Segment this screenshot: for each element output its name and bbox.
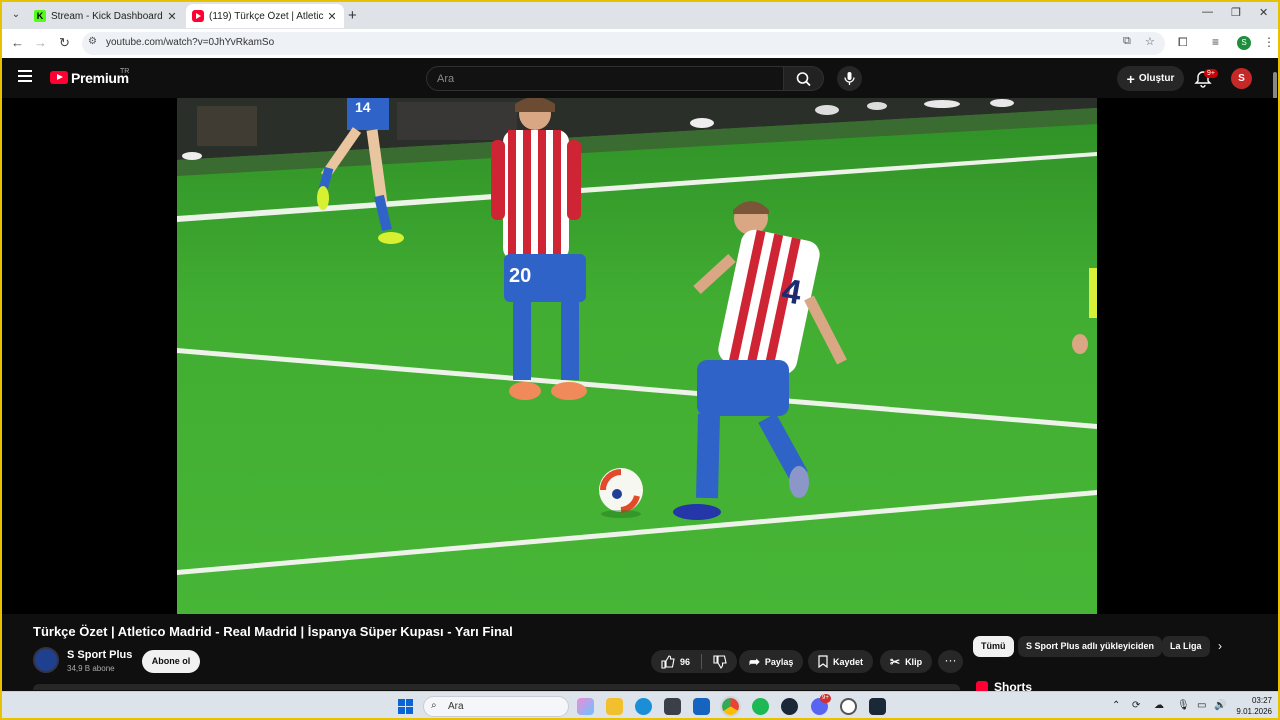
edge-icon[interactable] — [635, 698, 652, 715]
chrome-icon[interactable] — [720, 696, 741, 717]
browser-toolbar: ← → ↻ ⚙ youtube.com/watch?v=0JhYvRkamSo … — [2, 29, 1278, 58]
scissors-icon: ✂ — [890, 654, 901, 669]
back-button[interactable]: ← — [11, 35, 24, 50]
obs-icon[interactable] — [840, 698, 857, 715]
forward-button[interactable]: → — [34, 35, 47, 50]
system-clock[interactable]: 03:27 9.01.2026 — [1234, 695, 1272, 717]
steam-icon[interactable] — [781, 698, 798, 715]
chip-la-liga[interactable]: La Liga — [1162, 636, 1210, 657]
media-controls-icon[interactable]: ≡ — [1212, 35, 1219, 49]
search-box[interactable] — [426, 66, 784, 91]
menu-hamburger-icon[interactable] — [18, 70, 32, 82]
youtube-icon — [192, 10, 204, 22]
clip-button[interactable]: ✂ Klip — [880, 650, 933, 673]
taskbar-search-text: Ara — [448, 701, 464, 712]
more-actions-button[interactable]: ··· — [938, 650, 963, 673]
display-icon[interactable]: ▭ — [1197, 700, 1206, 711]
football-match-scene: 14 20 4 — [177, 98, 1097, 614]
url-text: youtube.com/watch?v=0JhYvRkamSo — [106, 37, 275, 48]
youtube-logo-icon[interactable] — [50, 71, 68, 84]
clock-date: 9.01.2026 — [1236, 707, 1272, 716]
like-button[interactable]: 96 — [661, 654, 691, 669]
create-label: Oluştur — [1138, 73, 1175, 84]
player-number-label: 20 — [509, 265, 531, 287]
search-icon: ⌕ — [431, 700, 437, 711]
tab-kick-dashboard[interactable]: K Stream - Kick Dashboard ✕ — [28, 4, 184, 28]
onedrive-icon[interactable]: ☁ — [1154, 700, 1164, 711]
channel-name[interactable]: S Sport Plus — [67, 649, 132, 661]
search-icon — [796, 72, 811, 87]
copilot-icon[interactable] — [577, 698, 594, 715]
discord-badge: 9+ — [820, 694, 831, 703]
save-label: Kaydet — [833, 656, 864, 667]
share-label: Paylaş — [764, 656, 794, 667]
search-button[interactable] — [784, 66, 824, 91]
tab-youtube-video[interactable]: (119) Türkçe Özet | Atletico Ma ✕ — [186, 4, 344, 28]
volume-icon[interactable]: 🔊 — [1214, 700, 1226, 711]
thumbs-up-icon — [661, 654, 675, 669]
install-app-icon[interactable]: ⧉ — [1123, 35, 1131, 48]
like-count: 96 — [680, 656, 691, 667]
bookmark-star-icon[interactable]: ☆ — [1145, 35, 1155, 48]
sync-icon[interactable]: ⟳ — [1132, 700, 1140, 711]
region-code: TR — [120, 68, 130, 75]
spotify-icon[interactable] — [752, 698, 769, 715]
close-tab-icon[interactable]: ✕ — [324, 10, 340, 23]
tab-title: Stream - Kick Dashboard — [51, 10, 163, 22]
screen-frame: ⌄ K Stream - Kick Dashboard ✕ (119) Türk… — [0, 0, 1280, 720]
browser-tab-strip: ⌄ K Stream - Kick Dashboard ✕ (119) Türk… — [2, 2, 1278, 29]
description-box[interactable] — [33, 684, 960, 690]
share-button[interactable]: ➦ Paylaş — [739, 650, 804, 673]
tab-search-chevron-icon[interactable]: ⌄ — [8, 7, 24, 23]
file-explorer-icon[interactable] — [606, 698, 623, 715]
chip-all[interactable]: Tümü — [973, 636, 1014, 657]
video-player[interactable]: 14 20 4 — [2, 98, 1278, 614]
kick-icon: K — [34, 10, 46, 22]
create-button[interactable]: + Oluştur — [1117, 66, 1184, 91]
tab-title: (119) Türkçe Özet | Atletico Ma — [209, 10, 324, 22]
windows-start-icon[interactable] — [398, 699, 413, 714]
tray-overflow-icon[interactable]: ⌃ — [1112, 700, 1120, 711]
subscriber-count: 34,9 B abone — [67, 664, 115, 673]
youtube-header: Premium TR + Oluştur 9+ S — [2, 58, 1278, 98]
extensions-icon[interactable]: ⧠ — [1178, 35, 1188, 50]
clock-time: 03:27 — [1251, 696, 1272, 705]
steam-app-icon[interactable] — [869, 698, 886, 715]
voice-search-button[interactable] — [837, 66, 862, 91]
address-bar[interactable]: ⚙ youtube.com/watch?v=0JhYvRkamSo ⧉ ☆ — [82, 32, 1165, 55]
site-settings-icon[interactable]: ⚙ — [88, 36, 97, 47]
mic-tray-icon[interactable]: 🎙 — [1177, 700, 1190, 711]
browser-menu-icon[interactable]: ⋮ — [1263, 35, 1275, 49]
account-avatar[interactable]: S — [1231, 68, 1252, 89]
video-frame[interactable]: 14 20 4 — [177, 98, 1097, 614]
chips-next-chevron-icon[interactable]: › — [1218, 639, 1222, 653]
close-tab-icon[interactable]: ✕ — [164, 10, 180, 23]
minimize-button[interactable]: — — [1202, 6, 1213, 18]
clip-label: Klip — [905, 656, 923, 667]
subscribe-button[interactable]: Abone ol — [142, 650, 200, 673]
windows-taskbar: ⌕ Ara 9+ ⌃ ⟳ ☁ 🎙 ▭ 🔊 03:27 9.01.2026 — [2, 691, 1278, 718]
notification-count-badge: 9+ — [1204, 69, 1218, 78]
video-title: Türkçe Özet | Atletico Madrid - Real Mad… — [33, 624, 513, 639]
chip-from-uploader[interactable]: S Sport Plus adlı yükleyiciden — [1018, 636, 1163, 657]
taskbar-search[interactable]: ⌕ Ara — [423, 696, 569, 717]
reload-button[interactable]: ↻ — [59, 35, 70, 51]
outlook-icon[interactable] — [693, 698, 710, 715]
channel-avatar[interactable] — [33, 647, 59, 673]
player-number-label: 14 — [355, 99, 371, 115]
close-window-button[interactable]: ✕ — [1259, 6, 1268, 19]
search-input[interactable] — [437, 71, 767, 87]
like-dislike-group: 96 — [651, 650, 738, 673]
microphone-icon — [844, 72, 855, 85]
bookmark-icon — [818, 655, 828, 668]
browser-profile-avatar[interactable]: S — [1237, 36, 1251, 50]
restore-button[interactable]: ❐ — [1231, 6, 1241, 19]
like-divider — [701, 654, 703, 669]
save-button[interactable]: Kaydet — [808, 650, 874, 673]
share-icon: ➦ — [749, 653, 760, 669]
plus-icon: + — [1126, 70, 1135, 87]
new-tab-button[interactable]: + — [348, 7, 357, 24]
thumbs-down-icon[interactable] — [713, 654, 727, 669]
store-icon[interactable] — [664, 698, 681, 715]
